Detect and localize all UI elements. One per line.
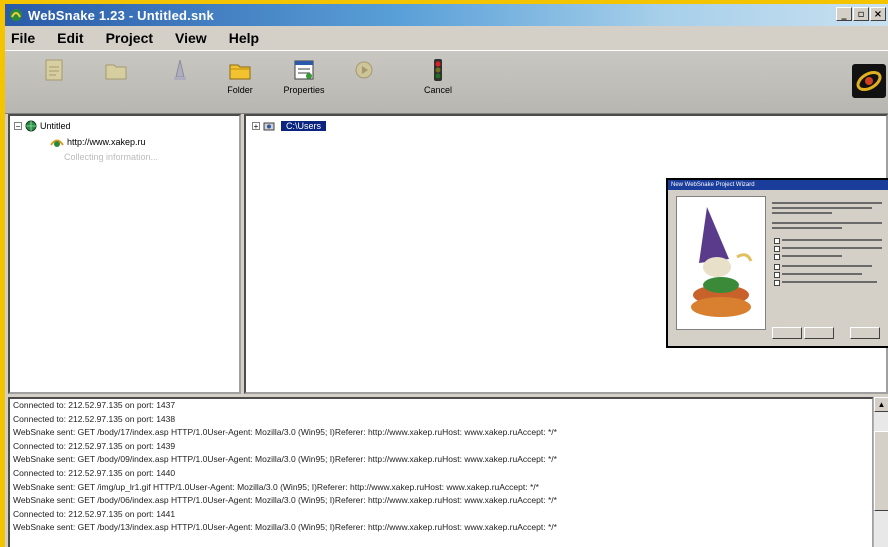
dialog-option-checkbox[interactable] [774, 254, 780, 260]
log-scrollbar[interactable]: ▲ [873, 397, 888, 547]
menu-file[interactable]: File [11, 30, 35, 46]
tree-root[interactable]: − Untitled [14, 120, 71, 132]
collapse-toggle[interactable]: − [14, 122, 22, 131]
dialog-option-checkbox[interactable] [774, 264, 780, 270]
app-icon [10, 9, 22, 21]
wizard-snake-illustration [676, 196, 766, 330]
dialog-text-line [772, 222, 882, 224]
folder-button[interactable]: Folder [215, 57, 265, 109]
folder-label: Folder [227, 85, 253, 95]
snake-logo-icon [856, 70, 882, 92]
log-line: Connected to: 212.52.97.135 on port: 143… [13, 440, 176, 451]
menu-project[interactable]: Project [106, 30, 153, 46]
dialog-next-button[interactable] [804, 327, 834, 339]
site-icon [50, 139, 64, 147]
globe-icon [25, 120, 37, 132]
log-line: WebSnake sent: GET /body/09/index.asp HT… [13, 454, 557, 465]
selected-item[interactable]: C:\Users [281, 121, 327, 131]
dialog-option-checkbox[interactable] [774, 280, 780, 286]
log-pane[interactable]: Connected to: 212.52.97.135 on port: 143… [8, 397, 874, 547]
tree-site[interactable]: http://www.xakep.ru [50, 136, 146, 148]
traffic-light-icon [434, 59, 442, 81]
scroll-up-button[interactable]: ▲ [874, 397, 888, 412]
cancel-button[interactable]: Cancel [413, 57, 463, 109]
dialog-option-checkbox[interactable] [774, 238, 780, 244]
dialog-option-checkbox[interactable] [774, 246, 780, 252]
title-bar[interactable]: WebSnake 1.23 - Untitled.snk _ ▫ × [5, 4, 888, 26]
wizard-button[interactable] [155, 57, 205, 109]
dialog-option-label [782, 239, 882, 241]
dialog-cancel-button[interactable] [850, 327, 880, 339]
log-line: Connected to: 212.52.97.135 on port: 144… [13, 508, 176, 519]
dialog-title: New WebSnake Project Wizard [668, 180, 888, 190]
properties-icon [294, 60, 314, 80]
menu-view[interactable]: View [175, 30, 207, 46]
dialog-option-label [782, 273, 862, 275]
minimize-button[interactable]: _ [836, 7, 852, 21]
cancel-label: Cancel [423, 85, 452, 95]
close-button[interactable]: × [870, 7, 886, 21]
log-line: Connected to: 212.52.97.135 on port: 143… [13, 413, 176, 424]
toolbar: Folder Properties Cancel [5, 50, 888, 114]
wizard-snake-icon [691, 207, 753, 317]
dialog-option-label [782, 265, 872, 267]
log-line: WebSnake sent: GET /body/17/index.asp HT… [13, 427, 557, 438]
log-line: WebSnake sent: GET /body/13/index.asp HT… [13, 522, 557, 533]
dialog-option-checkbox[interactable] [774, 272, 780, 278]
dialog-option-label [782, 255, 842, 257]
menu-help[interactable]: Help [229, 30, 259, 46]
app-window: WebSnake 1.23 - Untitled.snk _ ▫ × File … [5, 4, 888, 547]
new-document-icon [45, 59, 63, 81]
dialog-option-label [782, 281, 877, 283]
tree-site-label: http://www.xakep.ru [67, 137, 146, 147]
wizard-icon [174, 59, 186, 80]
scroll-thumb[interactable] [874, 431, 888, 511]
properties-button[interactable]: Properties [279, 57, 329, 109]
start-icon [355, 61, 373, 79]
project-tree-pane[interactable]: − Untitled http://www.xakep.ru Collectin… [8, 114, 241, 394]
dialog-option-label [782, 247, 882, 249]
folder-icon [229, 64, 251, 80]
open-project-button[interactable] [91, 57, 141, 109]
websnake-logo [852, 64, 886, 98]
new-project-button[interactable] [29, 57, 79, 109]
wizard-dialog[interactable]: New WebSnake Project Wizard [666, 178, 888, 348]
log-line: Connected to: 212.52.97.135 on port: 144… [13, 467, 176, 478]
content-pane[interactable]: + C:\Users New WebSnake Project Wizard [244, 114, 888, 394]
expand-toggle[interactable]: + [252, 122, 260, 131]
menu-edit[interactable]: Edit [57, 30, 83, 46]
tree-sub[interactable]: Collecting information... [64, 152, 158, 162]
dialog-back-button[interactable] [772, 327, 802, 339]
menu-bar: File Edit Project View Help [5, 26, 888, 50]
properties-label: Properties [283, 85, 325, 95]
window-title: WebSnake 1.23 - Untitled.snk [28, 7, 214, 23]
tree-root-label: Untitled [40, 121, 71, 131]
open-folder-icon [105, 64, 127, 80]
tree-sub-label: Collecting information... [64, 152, 159, 162]
content-row[interactable]: + C:\Users [252, 120, 327, 132]
dialog-text-line [772, 207, 872, 209]
log-line: Connected to: 212.52.97.135 on port: 143… [13, 400, 176, 410]
drive-icon [263, 122, 275, 131]
maximize-button[interactable]: ▫ [853, 7, 869, 21]
dialog-text-line [772, 202, 882, 204]
start-button[interactable] [339, 57, 389, 109]
log-line: WebSnake sent: GET /img/up_lr1.gif HTTP/… [13, 481, 539, 492]
dialog-text-line [772, 227, 842, 229]
log-line: WebSnake sent: GET /body/06/index.asp HT… [13, 495, 557, 506]
dialog-text-line [772, 212, 832, 214]
